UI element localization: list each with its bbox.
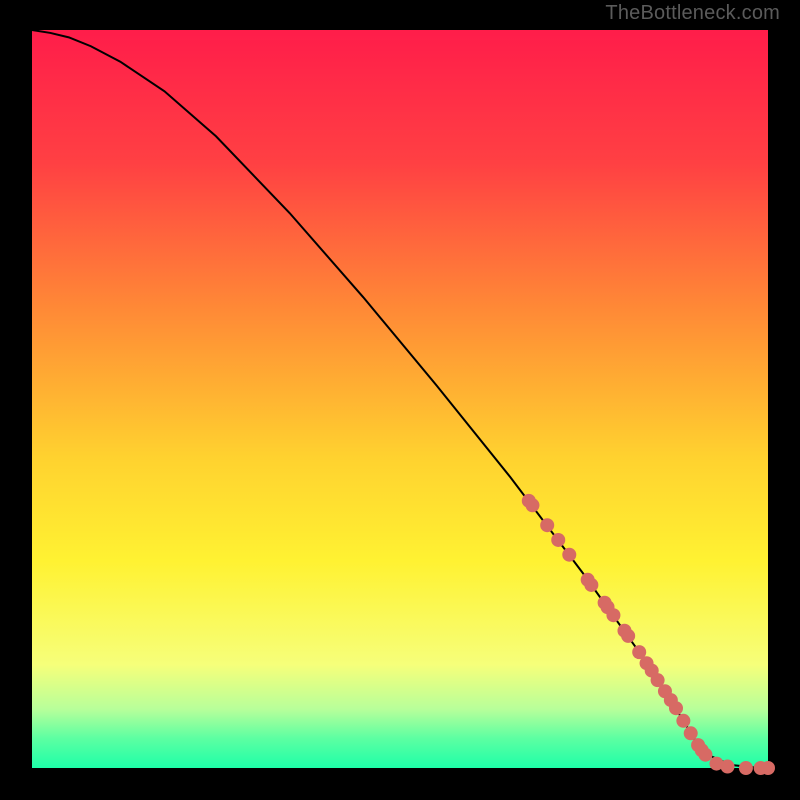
chart-svg [0,0,800,800]
data-marker [606,608,620,622]
data-marker [551,533,565,547]
data-marker [525,498,539,512]
data-marker [669,701,683,715]
data-marker [584,578,598,592]
data-marker [761,761,775,775]
data-marker [721,760,735,774]
data-marker [621,629,635,643]
data-marker [684,726,698,740]
data-marker [739,761,753,775]
data-marker [676,714,690,728]
data-marker [562,548,576,562]
chart-stage: TheBottleneck.com [0,0,800,800]
data-marker [540,518,554,532]
plot-background [32,30,768,768]
data-marker [698,748,712,762]
